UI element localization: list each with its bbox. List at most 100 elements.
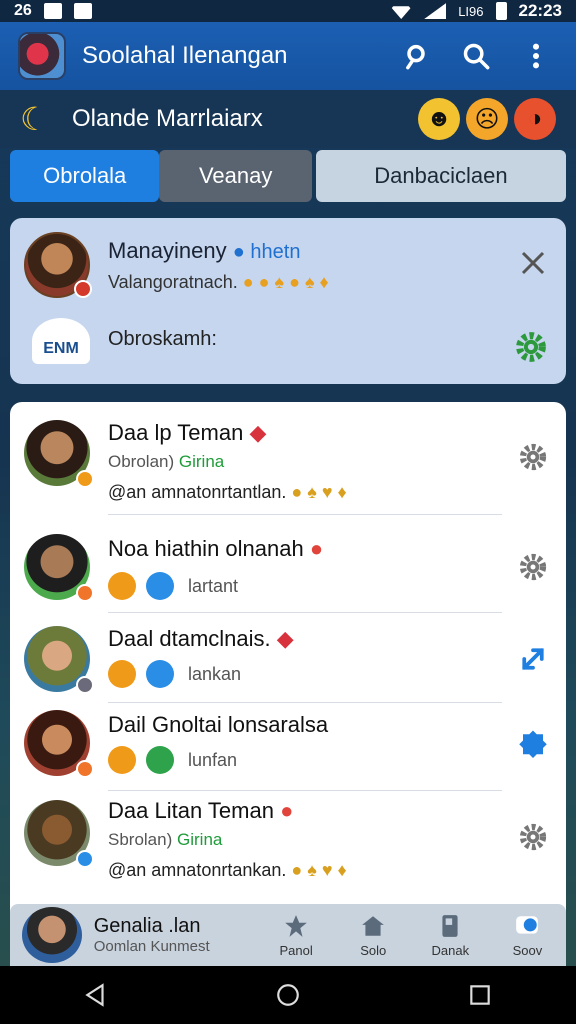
pin-search-icon: [406, 44, 425, 70]
chat-title-text: Daa Litan Teman: [108, 798, 274, 823]
emoji-ball-icon[interactable]: ◑: [514, 98, 556, 140]
chat-message-text: @an amnatonrtankan.: [108, 860, 287, 880]
more-vert-icon: [532, 43, 540, 69]
blue-icon: [146, 660, 174, 688]
sub-header: ☾ Olande Marrlaiarx ☻ ☹ ◑: [0, 90, 576, 148]
divider: [108, 514, 502, 515]
more-button[interactable]: [514, 34, 558, 78]
avatar[interactable]: [22, 907, 82, 963]
chat-title-text: Noa hiathin olnanah: [108, 536, 304, 561]
message-icon: [73, 3, 92, 19]
list-item[interactable]: Daal dtamclnais. ◆ lankan: [10, 612, 566, 703]
wifi-icon: [390, 6, 413, 19]
book-icon: [442, 914, 458, 937]
home-button-icon[interactable]: [275, 982, 301, 1008]
gear-icon[interactable]: [514, 330, 548, 364]
gear-icon[interactable]: [518, 552, 548, 582]
notification-icon: [43, 3, 62, 19]
nav-tab-panel[interactable]: Panol: [258, 913, 335, 958]
bottom-nav: Genalia .lan Oomlan Kunmest Panol Solo D…: [10, 904, 566, 966]
emoji-icon: ●: [280, 798, 294, 823]
network-label: LI96: [458, 3, 484, 19]
list-item[interactable]: Daa Litan Teman ● Sbrolan) Girina @an am…: [10, 788, 566, 908]
tab-third[interactable]: Danbaciclaen: [315, 150, 566, 202]
nav-tab-label: Panol: [279, 942, 313, 958]
chat-title: Daal dtamclnais. ◆: [108, 626, 294, 652]
app-title: Soolahal Ilenangan: [82, 42, 288, 69]
notification-tag-text: hhetn: [250, 241, 301, 263]
emoji-angry-icon[interactable]: ☹: [466, 98, 508, 140]
status-badge: [76, 760, 94, 778]
close-icon[interactable]: [518, 248, 548, 278]
avatar: [24, 232, 92, 298]
list-item[interactable]: Dail Gnoltai lonsaralsa lunfan: [10, 700, 566, 791]
chat-list: Daa lp Teman ◆ Obrolan) Girina @an amnat…: [10, 402, 566, 922]
gear-icon[interactable]: [518, 822, 548, 852]
home-icon: [362, 915, 385, 936]
avatar: [24, 710, 94, 778]
chat-icons-label: lunfan: [188, 749, 238, 770]
profile-summary[interactable]: Genalia .lan Oomlan Kunmest: [94, 915, 258, 955]
chat-title: Noa hiathin olnanah ●: [108, 536, 323, 562]
status-bar: 26 LI96 22:23: [0, 0, 576, 22]
nav-tab-label: Solo: [360, 942, 387, 958]
orange-icon: [108, 746, 136, 774]
list-item[interactable]: Daa lp Teman ◆ Obrolan) Girina @an amnat…: [10, 402, 566, 515]
chat-icons: lankan: [108, 660, 241, 688]
chat-message-text: @an amnatonrtantlan.: [108, 482, 287, 502]
profile-name: Genalia .lan: [93, 915, 201, 937]
sub-title: Olande Marrlaiarx: [72, 105, 263, 132]
notification-label: Obroskamh:: [108, 328, 217, 350]
avatar: [24, 534, 94, 602]
gear-icon[interactable]: [518, 442, 548, 472]
tab-chats[interactable]: Obrolala: [10, 150, 160, 202]
emoji-row-icon: ● ♠ ♥ ♦: [291, 860, 347, 880]
chat-subtitle: Sbrolan) Girina: [108, 830, 222, 850]
search-button[interactable]: [454, 34, 498, 78]
chat-bubble-icon: [516, 915, 539, 934]
notification-card[interactable]: Manayineny ● hhetn Valangoratnach. ● ● ♠…: [10, 218, 566, 384]
nav-tab-solo[interactable]: Solo: [335, 913, 412, 958]
chat-icons-label: lartant: [188, 575, 239, 596]
list-item[interactable]: Noa hiathin olnanah ● lartant: [10, 516, 566, 613]
chat-icons-label: lankan: [188, 663, 242, 684]
status-badge: [76, 850, 94, 868]
emoji-green-icon[interactable]: ☻: [418, 98, 460, 140]
notification-message-text: Valangoratnach.: [108, 272, 238, 292]
chat-icons: lunfan: [108, 746, 237, 774]
back-icon[interactable]: [83, 982, 109, 1008]
chat-message: @an amnatonrtankan. ● ♠ ♥ ♦: [108, 860, 347, 881]
profile-subtitle: Oomlan Kunmest: [93, 938, 210, 955]
green-icon: [146, 746, 174, 774]
chat-subtitle: Obrolan) Girina: [108, 452, 224, 472]
chat-message: @an amnatonrtantlan. ● ♠ ♥ ♦: [108, 482, 347, 503]
chat-title: Daa Litan Teman ●: [108, 798, 293, 824]
star-icon: [285, 914, 307, 937]
status-badge: [76, 584, 94, 602]
notification-tag: ● hhetn: [232, 241, 301, 263]
recents-icon[interactable]: [467, 982, 493, 1008]
signal-icon: [424, 3, 447, 19]
chat-subtitle-prefix: Sbrolan): [108, 830, 173, 849]
chat-title: Dail Gnoltai lonsaralsa: [108, 712, 329, 737]
nav-tab-label: Danak: [431, 942, 470, 958]
avatar: [24, 800, 94, 868]
status-badge: [76, 676, 94, 694]
moon-icon: ☾: [20, 101, 49, 137]
orange-icon: [108, 660, 136, 688]
avatar: [24, 626, 94, 694]
emoji-row-icon: ● ♠ ♥ ♦: [291, 482, 347, 502]
search-icon: [463, 43, 490, 70]
nav-tab-danak[interactable]: Danak: [412, 913, 489, 958]
tab-second[interactable]: Veanay: [159, 150, 312, 202]
nav-tab-soov[interactable]: Soov: [489, 913, 566, 958]
battery-icon: [495, 2, 507, 20]
status-badge: [74, 280, 92, 298]
badge-icon[interactable]: [518, 728, 548, 758]
explore-button[interactable]: [394, 34, 438, 78]
emoji-icon: ●: [309, 536, 324, 561]
blue-icon: [146, 572, 174, 600]
chat-icons: lartant: [108, 572, 238, 600]
chat-subtitle-status: Girina: [177, 830, 223, 849]
link-icon[interactable]: [518, 644, 548, 674]
